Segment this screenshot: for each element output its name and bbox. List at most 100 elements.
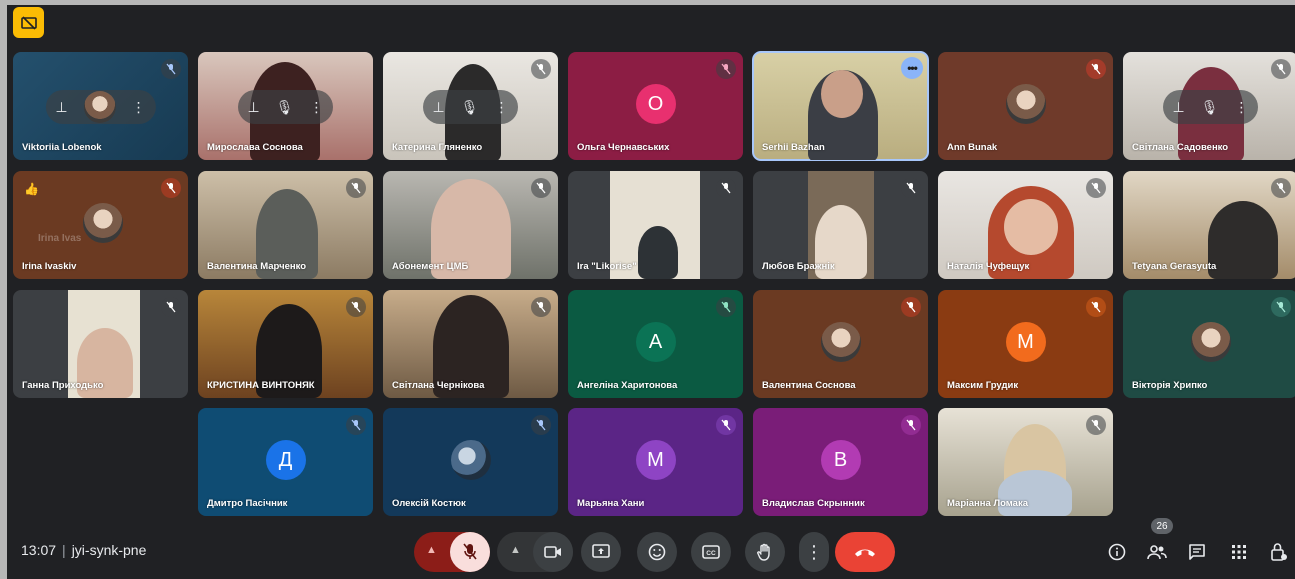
participant-tile[interactable]: Любов Бражнік: [753, 171, 928, 279]
mic-off-icon: [346, 178, 366, 198]
participant-tile[interactable]: О Ольга Чернавських: [568, 52, 743, 160]
people-icon: [1147, 545, 1167, 560]
more-horiz-icon[interactable]: •••: [901, 57, 923, 79]
participant-tile[interactable]: Tetyana Gerasyuta: [1123, 171, 1295, 279]
mic-off-icon: [531, 415, 551, 435]
participant-tile[interactable]: Ганна Приходько: [13, 290, 188, 398]
video-feed: [998, 470, 1072, 516]
present-screen-button[interactable]: [581, 532, 621, 572]
participant-name: Маріанна Ломака: [947, 498, 1029, 509]
avatar: [1190, 322, 1231, 362]
participant-tile[interactable]: Ann Bunak: [938, 52, 1113, 160]
mic-off-icon: [531, 178, 551, 198]
participant-count-badge: 26: [1151, 518, 1173, 534]
mic-icon[interactable]: 🎙: [276, 99, 294, 116]
participant-tile[interactable]: ⊥ 🎙 ⋮ Катерина Гляненко: [383, 52, 558, 160]
pin-icon[interactable]: ⊥: [433, 99, 445, 116]
participant-tile[interactable]: ⊥ 🎙 ⋮ Мирослава Соснова: [198, 52, 373, 160]
mic-off-icon: [1086, 415, 1106, 435]
mic-off-icon: [716, 297, 736, 317]
control-bar: 13:07 | jyi-synk-pne ▲ ▲ CC ⋮: [7, 525, 1295, 579]
host-controls-button[interactable]: [1267, 540, 1291, 564]
more-options-button[interactable]: ⋮: [799, 532, 829, 572]
more-vert-icon[interactable]: ⋮: [494, 99, 508, 116]
captions-button[interactable]: CC: [691, 532, 731, 572]
mic-control-group: ▲: [414, 532, 490, 572]
participant-name: Світлана Чернікова: [392, 380, 485, 391]
mic-options-chevron-icon[interactable]: ▲: [426, 544, 437, 556]
reactions-button[interactable]: [637, 532, 677, 572]
chat-icon: [1189, 544, 1205, 560]
avatar: [83, 203, 123, 243]
participant-tile[interactable]: ⊥ 🎙 ⋮ Світлана Садовенко: [1123, 52, 1295, 160]
tile-hover-controls: ⊥ 🎙 ⋮: [1162, 90, 1259, 124]
avatar: [83, 91, 116, 123]
camera-toggle-button[interactable]: [533, 532, 573, 572]
pin-icon[interactable]: ⊥: [1173, 99, 1185, 116]
participant-tile[interactable]: КРИСТИНА ВИНТОНЯК: [198, 290, 373, 398]
participant-tile[interactable]: Маріанна Ломака: [938, 408, 1113, 516]
mic-off-icon: [901, 297, 921, 317]
participant-name: Ira "Likorise": [577, 261, 637, 272]
avatar: [1005, 84, 1046, 124]
participant-tile[interactable]: Абонемент ЦМБ: [383, 171, 558, 279]
more-vert-icon[interactable]: ⋮: [1234, 99, 1248, 116]
participant-tile[interactable]: M Максим Грудик: [938, 290, 1113, 398]
mic-toggle-button[interactable]: [450, 532, 490, 572]
participant-tile[interactable]: A Ангеліна Харитонова: [568, 290, 743, 398]
mic-off-icon: [716, 178, 736, 198]
participant-tile[interactable]: Валентина Соснова: [753, 290, 928, 398]
participant-name: Serhii Bazhan: [762, 142, 825, 153]
participant-name: Мирослава Соснова: [207, 142, 303, 153]
participant-tile[interactable]: 👍 Irina Ivas Irina Ivaskiv: [13, 171, 188, 279]
mic-off-icon[interactable]: 🎙: [1201, 99, 1219, 116]
mic-off-icon: [346, 297, 366, 317]
participant-name: Максим Грудик: [947, 380, 1019, 391]
mic-off-icon: [161, 297, 181, 317]
present-icon: [592, 544, 610, 558]
mic-off-icon: [716, 415, 736, 435]
raise-hand-button[interactable]: [745, 532, 785, 572]
tile-hover-controls: ⊥ 🎙 ⋮: [422, 90, 519, 124]
participant-tile[interactable]: Вікторія Хрипко: [1123, 290, 1295, 398]
more-vert-icon[interactable]: ⋮: [309, 99, 323, 116]
participant-name: Irina Ivaskiv: [22, 261, 77, 272]
leave-call-button[interactable]: [835, 532, 895, 572]
mic-off-icon: [161, 178, 181, 198]
avatar: [450, 440, 491, 480]
meeting-info: 13:07 | jyi-synk-pne: [21, 542, 146, 558]
participant-name: Абонемент ЦМБ: [392, 261, 469, 272]
avatar: M: [1005, 322, 1046, 362]
participant-tile[interactable]: Валентина Марченко: [198, 171, 373, 279]
participant-name: Viktoriia Lobenok: [22, 142, 102, 153]
mic-off-icon[interactable]: 🎙: [461, 99, 479, 116]
chat-button[interactable]: [1185, 540, 1209, 564]
camera-options-chevron-icon[interactable]: ▲: [510, 544, 521, 556]
participant-tile[interactable]: M Марьяна Хани: [568, 408, 743, 516]
participant-tile[interactable]: Світлана Чернікова: [383, 290, 558, 398]
video-feed: [638, 226, 678, 279]
participant-name: Вікторія Хрипко: [1132, 380, 1208, 391]
participant-tile[interactable]: Д Дмитро Пасічник: [198, 408, 373, 516]
activities-button[interactable]: [1227, 540, 1251, 564]
participant-name: Любов Бражнік: [762, 261, 835, 272]
participant-tile[interactable]: ••• Serhii Bazhan: [752, 51, 929, 161]
participant-tile[interactable]: ⊥ ⋮ Viktoriia Lobenok: [13, 52, 188, 160]
pin-icon[interactable]: ⊥: [55, 99, 67, 116]
more-vert-icon[interactable]: ⋮: [132, 99, 146, 116]
no-camera-badge-icon[interactable]: [13, 7, 44, 38]
participant-name: Дмитро Пасічник: [207, 498, 288, 509]
info-icon: [1108, 543, 1126, 561]
participant-name: Валентина Соснова: [762, 380, 856, 391]
meeting-code: jyi-synk-pne: [71, 542, 147, 558]
participant-tile[interactable]: Ira "Likorise": [568, 171, 743, 279]
mic-off-icon: [1086, 178, 1106, 198]
participant-tile[interactable]: Наталія Чуфещук: [938, 171, 1113, 279]
pin-icon[interactable]: ⊥: [248, 99, 260, 116]
mic-off-icon: [346, 415, 366, 435]
participant-tile[interactable]: Олексій Костюк: [383, 408, 558, 516]
people-button[interactable]: [1145, 540, 1169, 564]
apps-grid-icon: [1232, 545, 1246, 559]
participant-tile[interactable]: B Владислав Скрынник: [753, 408, 928, 516]
meeting-details-button[interactable]: [1105, 540, 1129, 564]
